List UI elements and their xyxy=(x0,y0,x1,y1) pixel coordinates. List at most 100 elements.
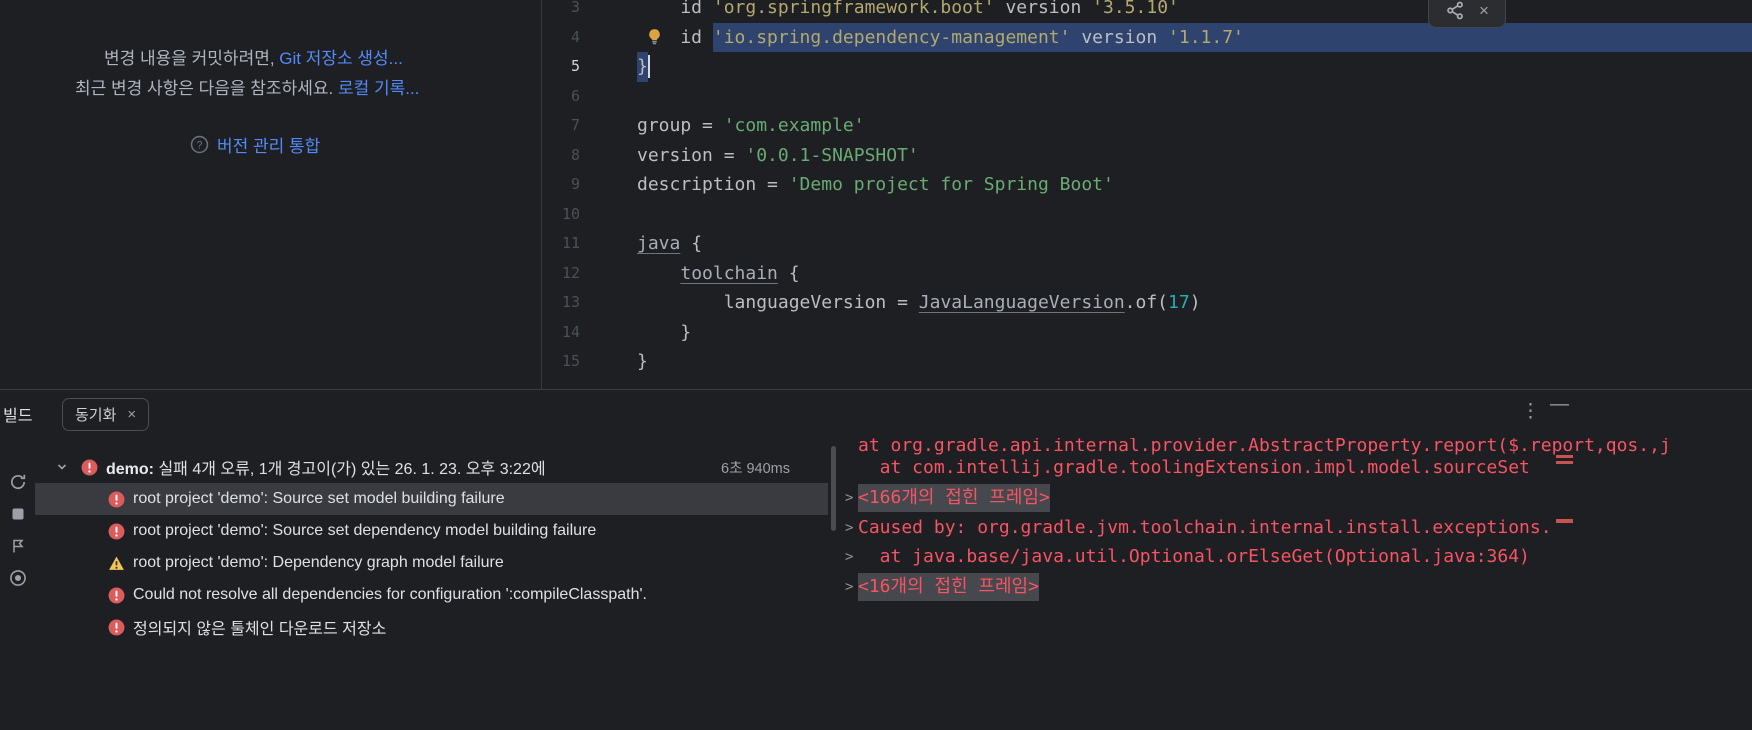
code-token: group = xyxy=(637,115,724,136)
code-line[interactable]: 7 group = 'com.example' xyxy=(542,111,1752,141)
build-stripe-label[interactable]: 빌드 xyxy=(3,402,32,426)
tree-scrollbar[interactable] xyxy=(831,446,836,531)
build-tree-row[interactable]: root project 'demo': Dependency graph mo… xyxy=(35,547,828,579)
reload-gradle-icon[interactable] xyxy=(1445,0,1466,21)
tab-sync[interactable]: 동기화 × xyxy=(62,398,150,431)
code-token: version xyxy=(1070,22,1169,52)
code-line[interactable]: 15} xyxy=(542,347,1752,377)
build-tree: demo: 실패 4개 오류, 1개 경고이(가) 있는 26. 1. 23. … xyxy=(35,451,828,671)
chevron-down-icon[interactable] xyxy=(55,460,69,474)
console-line[interactable]: > <166개의 접힌 프레임> xyxy=(845,483,1050,513)
code-line[interactable]: 10 xyxy=(542,200,1752,230)
console-line[interactable]: > Caused by: org.gradle.jvm.toolchain.int… xyxy=(845,513,1552,543)
stop-icon[interactable] xyxy=(8,504,28,524)
build-console[interactable]: at org.gradle.api.internal.provider.Abst… xyxy=(845,438,1752,730)
vcs-integration-link[interactable]: 버전 관리 통합 xyxy=(217,132,320,157)
code-line[interactable]: 14 } xyxy=(542,318,1752,348)
console-text: <16개의 접힌 프레임> xyxy=(858,573,1039,601)
code-token: .of( xyxy=(1124,292,1169,313)
error-icon xyxy=(81,459,98,476)
flag-icon[interactable] xyxy=(8,536,28,556)
code-text: id 'org.springframework.boot' version '3… xyxy=(637,0,1752,23)
code-token: 'Demo project for Spring Boot' xyxy=(788,174,1114,195)
fold-chevron-icon[interactable]: > xyxy=(845,483,858,513)
code-token: id xyxy=(637,0,713,18)
code-text: description = 'Demo project for Spring B… xyxy=(637,170,1752,200)
console-line[interactable]: > at java.base/java.util.Optional.orElse… xyxy=(845,542,1530,572)
code-line[interactable]: 8 version = '0.0.1-SNAPSHOT' xyxy=(542,141,1752,171)
code-text: } xyxy=(637,52,1752,82)
console-text: at java.base/java.util.Optional.orElseGe… xyxy=(858,546,1530,567)
error-icon xyxy=(108,619,125,636)
code-line[interactable]: 6 xyxy=(542,82,1752,112)
commit-panel: 변경 내용을 커밋하려면, Git 저장소 생성... 최근 변경 사항은 다음… xyxy=(0,0,542,389)
code-token: '3.5.10' xyxy=(1092,0,1179,18)
line-number: 12 xyxy=(561,263,580,282)
code-text: group = 'com.example' xyxy=(637,111,1752,141)
console-line[interactable]: at com.intellij.gradle.toolingExtension.… xyxy=(845,453,1530,483)
local-history-link[interactable]: 로컬 기록... xyxy=(338,79,419,98)
code-token: 'org.springframework.boot' xyxy=(712,0,995,18)
close-icon[interactable]: × xyxy=(127,407,136,422)
intellij-window: 변경 내용을 커밋하려면, Git 저장소 생성... 최근 변경 사항은 다음… xyxy=(0,0,1752,730)
tab-sync-label: 동기화 xyxy=(75,407,117,424)
code-token: 'com.example' xyxy=(723,115,865,136)
build-content: demo: 실패 4개 오류, 1개 경고이(가) 있는 26. 1. 23. … xyxy=(0,438,1752,730)
error-stripe-mark xyxy=(1556,455,1573,458)
code-text: toolchain { xyxy=(637,259,1752,289)
build-message: root project 'demo': Dependency graph mo… xyxy=(133,554,504,571)
code-token: } xyxy=(637,351,648,372)
code-token: { xyxy=(680,233,703,254)
build-tree-row[interactable]: Could not resolve all dependencies for c… xyxy=(35,579,828,611)
build-message: root project 'demo': Source set dependen… xyxy=(133,522,597,539)
line-number: 3 xyxy=(570,0,580,16)
code-line[interactable]: 13 languageVersion = JavaLanguageVersion… xyxy=(542,288,1752,318)
code-token: 'io.spring.dependency-management' xyxy=(712,22,1071,52)
fold-chevron-icon[interactable]: > xyxy=(845,572,858,602)
build-tree-row[interactable]: demo: 실패 4개 오류, 1개 경고이(가) 있는 26. 1. 23. … xyxy=(35,451,828,483)
code-line[interactable]: 4 id 'io.spring.dependency-management' v… xyxy=(542,22,1752,52)
code-line[interactable]: 11 java { xyxy=(542,229,1752,259)
minimize-icon[interactable]: — xyxy=(1550,394,1569,416)
help-icon: ? xyxy=(190,135,209,154)
code-line[interactable]: 9 description = 'Demo project for Spring … xyxy=(542,170,1752,200)
line-number: 7 xyxy=(570,116,580,134)
local-history-hint-text: 최근 변경 사항은 다음을 참조하세요. xyxy=(75,79,338,98)
code-text: version = '0.0.1-SNAPSHOT' xyxy=(637,141,1752,171)
code-text: languageVersion = JavaLanguageVersion .of… xyxy=(637,288,1752,318)
error-stripe-mark xyxy=(1556,519,1573,523)
commit-hint-line2: 최근 변경 사항은 다음을 참조하세요. 로컬 기록... xyxy=(75,74,419,99)
preview-icon[interactable] xyxy=(8,568,28,588)
build-tool-window: 빌드 동기화 × ⋮ — demo: 실패 4개 오류, 1개 경고이(가) 있… xyxy=(0,389,1752,730)
build-tree-row[interactable]: root project 'demo': Source set dependen… xyxy=(35,515,828,547)
error-icon xyxy=(108,491,125,508)
console-line[interactable]: > <16개의 접힌 프레임> xyxy=(845,572,1039,602)
create-git-repo-link[interactable]: Git 저장소 생성... xyxy=(279,49,403,68)
build-tree-row[interactable]: 정의되지 않은 툴체인 다운로드 저장소 xyxy=(35,611,828,643)
more-options-icon[interactable]: ⋮ xyxy=(1521,400,1540,423)
fold-chevron-icon[interactable]: > xyxy=(845,513,858,543)
commit-hint-text: 변경 내용을 커밋하려면, xyxy=(104,49,280,68)
code-token: description = xyxy=(637,174,789,195)
build-message: Could not resolve all dependencies for c… xyxy=(133,586,647,603)
vcs-integration-row[interactable]: ? 버전 관리 통합 xyxy=(190,132,320,157)
build-tree-row[interactable]: root project 'demo': Source set model bu… xyxy=(35,483,828,515)
sync-icon[interactable] xyxy=(8,472,28,492)
svg-text:?: ? xyxy=(197,139,203,151)
build-task-name: demo: xyxy=(106,461,154,478)
code-line[interactable]: 3 id 'org.springframework.boot' version … xyxy=(542,0,1752,23)
line-number: 14 xyxy=(561,322,580,341)
close-icon[interactable]: × xyxy=(1479,2,1489,19)
fold-chevron-icon[interactable]: > xyxy=(845,542,858,572)
gradle-build-editor[interactable]: 3 id 'org.springframework.boot' version … xyxy=(542,0,1752,389)
code-area: 3 id 'org.springframework.boot' version … xyxy=(542,0,1752,377)
code-text: } xyxy=(637,347,1752,377)
code-line[interactable]: 5} xyxy=(542,52,1752,82)
code-line[interactable]: 12 toolchain { xyxy=(542,259,1752,289)
code-token: version xyxy=(994,0,1093,18)
code-token: } xyxy=(637,52,648,82)
line-number: 6 xyxy=(570,86,580,105)
intention-bulb-icon[interactable] xyxy=(646,28,663,45)
build-header: 빌드 동기화 × ⋮ — xyxy=(0,390,1752,438)
